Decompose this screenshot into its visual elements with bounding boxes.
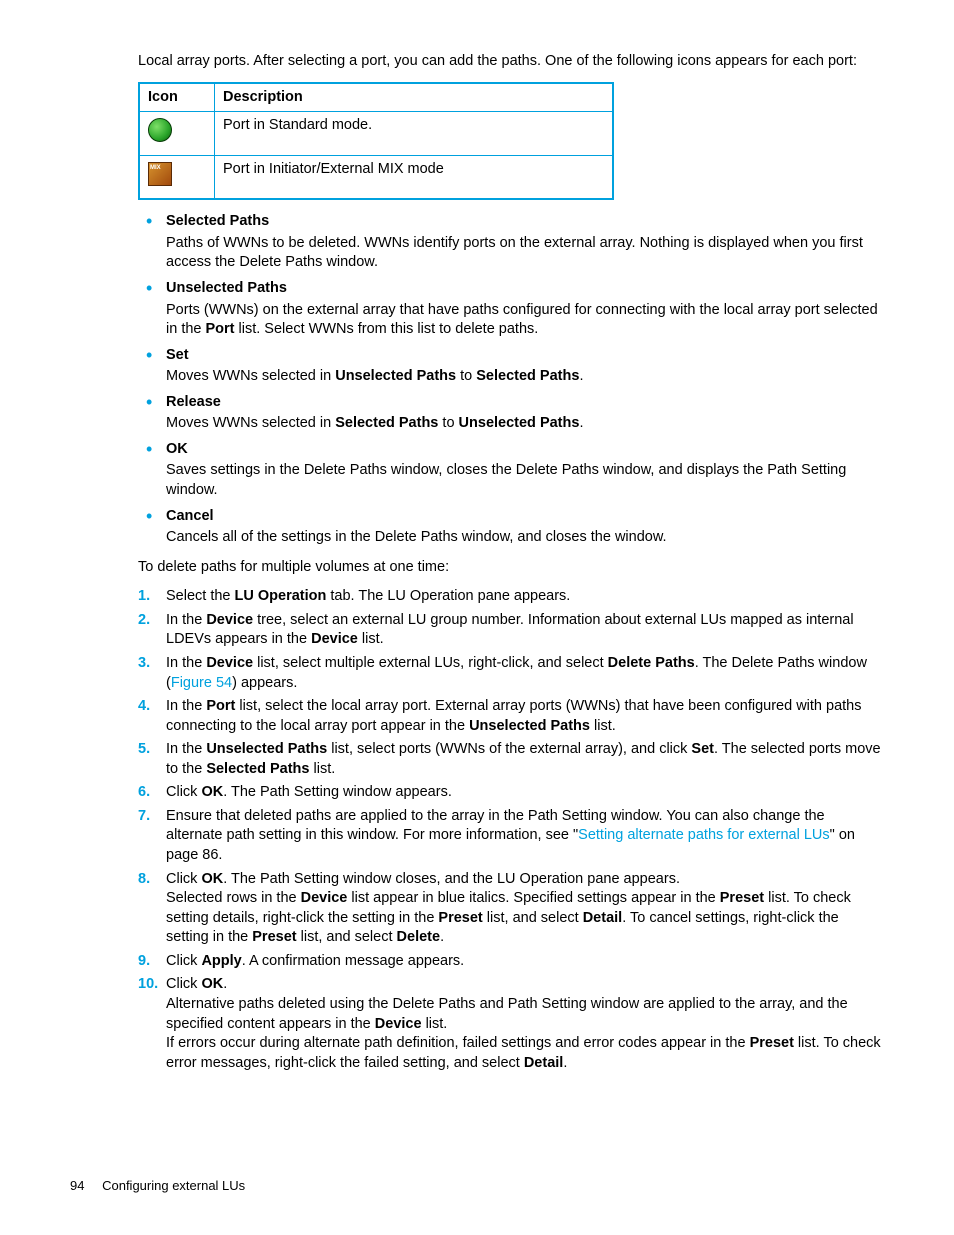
- list-item: OK Saves settings in the Delete Paths wi…: [138, 440, 884, 501]
- step: Select the LU Operation tab. The LU Oper…: [138, 587, 884, 607]
- term: Cancel: [166, 507, 884, 527]
- step: Ensure that deleted paths are applied to…: [138, 807, 884, 866]
- definition: Moves WWNs selected in Selected Paths to…: [166, 414, 884, 434]
- step: In the Device tree, select an external L…: [138, 611, 884, 650]
- term: Release: [166, 393, 884, 413]
- content-block: Local array ports. After selecting a por…: [138, 52, 884, 548]
- page: Local array ports. After selecting a por…: [0, 0, 954, 1235]
- step: Click OK.Alternative paths deleted using…: [138, 975, 884, 1073]
- definition: Paths of WWNs to be deleted. WWNs identi…: [166, 234, 884, 273]
- list-item: Cancel Cancels all of the settings in th…: [138, 507, 884, 548]
- step: Click Apply. A confirmation message appe…: [138, 952, 884, 972]
- table-row: Port in Standard mode.: [139, 112, 613, 156]
- step: Click OK. The Path Setting window appear…: [138, 783, 884, 803]
- cell-icon: [139, 155, 215, 199]
- term: Selected Paths: [166, 212, 884, 232]
- footer-title: Configuring external LUs: [102, 1178, 245, 1193]
- list-item: Set Moves WWNs selected in Unselected Pa…: [138, 346, 884, 387]
- port-standard-icon: [148, 118, 172, 142]
- table-row: Port in Initiator/External MIX mode: [139, 155, 613, 199]
- step: Click OK. The Path Setting window closes…: [138, 870, 884, 948]
- term: OK: [166, 440, 884, 460]
- definition: Cancels all of the settings in the Delet…: [166, 528, 884, 548]
- definition: Moves WWNs selected in Unselected Paths …: [166, 367, 884, 387]
- step: In the Unselected Paths list, select por…: [138, 740, 884, 779]
- list-item: Selected Paths Paths of WWNs to be delet…: [138, 212, 884, 273]
- definitions-list: Selected Paths Paths of WWNs to be delet…: [138, 212, 884, 547]
- list-item: Unselected Paths Ports (WWNs) on the ext…: [138, 279, 884, 340]
- th-description: Description: [215, 83, 614, 112]
- definition: Ports (WWNs) on the external array that …: [166, 301, 884, 340]
- step: In the Device list, select multiple exte…: [138, 654, 884, 693]
- list-item: Release Moves WWNs selected in Selected …: [138, 393, 884, 434]
- lead-paragraph: To delete paths for multiple volumes at …: [138, 558, 884, 578]
- term: Set: [166, 346, 884, 366]
- page-number: 94: [70, 1178, 84, 1193]
- cell-desc: Port in Standard mode.: [215, 112, 614, 156]
- th-icon: Icon: [139, 83, 215, 112]
- page-footer: 94 Configuring external LUs: [70, 1177, 245, 1195]
- procedure-list: Select the LU Operation tab. The LU Oper…: [138, 587, 884, 1073]
- definition: Saves settings in the Delete Paths windo…: [166, 461, 884, 500]
- cell-desc: Port in Initiator/External MIX mode: [215, 155, 614, 199]
- step: In the Port list, select the local array…: [138, 697, 884, 736]
- term: Unselected Paths: [166, 279, 884, 299]
- cell-icon: [139, 112, 215, 156]
- icon-description-table: Icon Description Port in Standard mode. …: [138, 82, 614, 201]
- intro-paragraph: Local array ports. After selecting a por…: [138, 52, 884, 72]
- port-mix-icon: [148, 162, 172, 186]
